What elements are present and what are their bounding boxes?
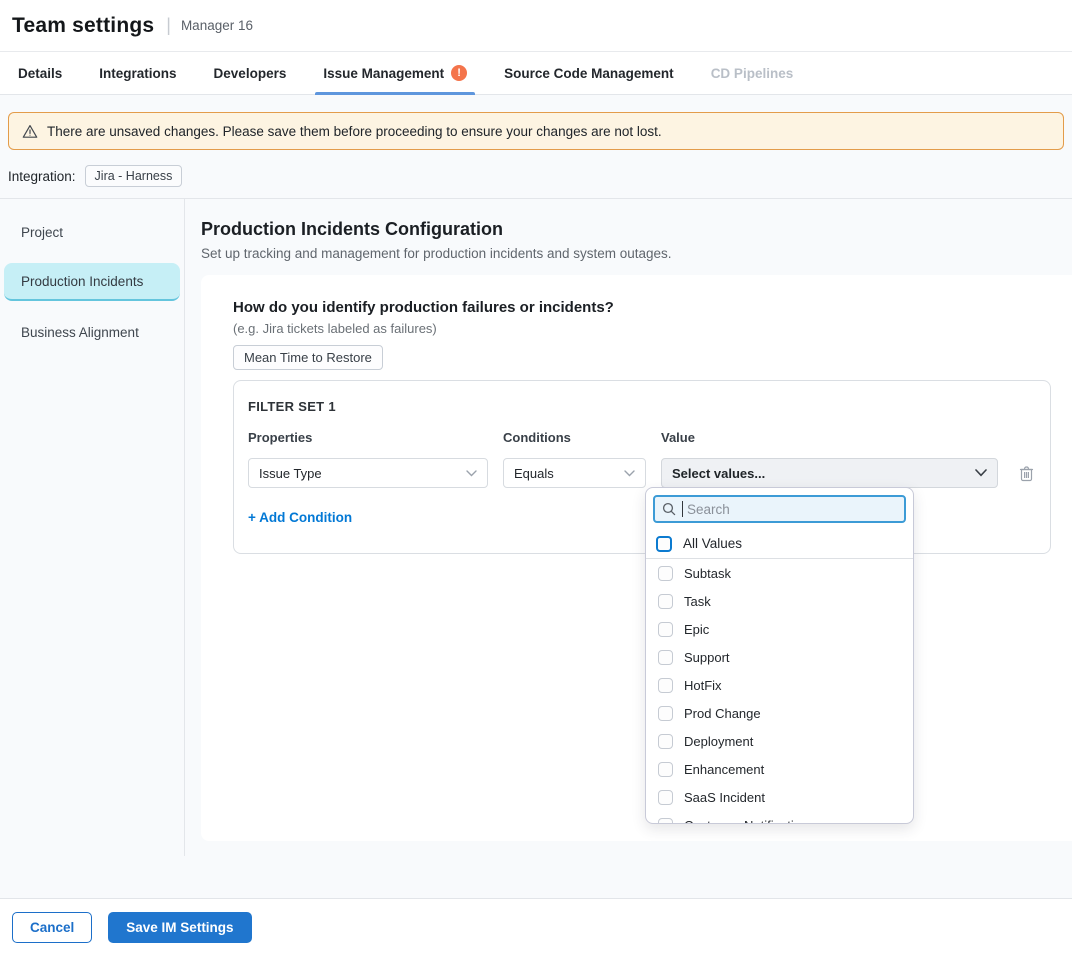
filter-set-title: FILTER SET 1 — [248, 399, 1034, 414]
value-multiselect[interactable]: Select values... — [661, 458, 998, 488]
option-customer-notification[interactable]: Customer Notification — [646, 811, 913, 824]
question-title: How do you identify production failures … — [233, 299, 1051, 316]
chevron-down-icon — [624, 470, 635, 477]
properties-select[interactable]: Issue Type — [248, 458, 488, 488]
dropdown-search-box — [653, 495, 906, 523]
tab-developers[interactable]: Developers — [212, 52, 289, 94]
section-subtitle: Set up tracking and management for produ… — [201, 246, 1072, 261]
option-task[interactable]: Task — [646, 587, 913, 615]
sidebar-item-business-alignment[interactable]: Business Alignment — [4, 313, 180, 351]
option-support[interactable]: Support — [646, 643, 913, 671]
page-title: Team settings — [12, 14, 154, 38]
filter-set-1: FILTER SET 1 Properties Conditions Value… — [233, 380, 1051, 554]
checkbox[interactable] — [658, 622, 673, 637]
save-im-settings-button[interactable]: Save IM Settings — [108, 912, 251, 943]
column-label-properties: Properties — [248, 430, 488, 445]
option-saas-incident[interactable]: SaaS Incident — [646, 783, 913, 811]
settings-sidebar: Project Production Incidents Business Al… — [0, 199, 185, 856]
option-epic[interactable]: Epic — [646, 615, 913, 643]
delete-condition-button[interactable] — [1019, 465, 1034, 482]
value-dropdown-panel: All Values Subtask Task Epic Support Hot… — [645, 487, 914, 824]
metric-chip-mean-time-to-restore[interactable]: Mean Time to Restore — [233, 345, 383, 370]
tab-bar: Details Integrations Developers Issue Ma… — [0, 52, 1072, 95]
chevron-down-icon — [466, 470, 477, 477]
checkbox[interactable] — [658, 790, 673, 805]
checkbox[interactable] — [658, 706, 673, 721]
integration-label: Integration: — [8, 169, 76, 184]
checkbox[interactable] — [658, 734, 673, 749]
page-header: Team settings | Manager 16 — [0, 0, 1072, 52]
question-hint: (e.g. Jira tickets labeled as failures) — [233, 321, 1051, 336]
footer-actions: Cancel Save IM Settings — [0, 898, 1072, 956]
conditions-select[interactable]: Equals — [503, 458, 646, 488]
unsaved-changes-banner: There are unsaved changes. Please save t… — [8, 112, 1064, 150]
checkbox[interactable] — [658, 762, 673, 777]
sidebar-item-production-incidents[interactable]: Production Incidents — [4, 263, 180, 301]
tab-issue-management[interactable]: Issue Management ! — [321, 52, 469, 94]
unsaved-changes-badge-icon: ! — [451, 65, 467, 81]
section-title: Production Incidents Configuration — [201, 217, 1072, 241]
integration-row: Integration: Jira - Harness — [0, 150, 1072, 199]
text-cursor — [682, 501, 683, 517]
column-label-conditions: Conditions — [503, 430, 646, 445]
option-prod-change[interactable]: Prod Change — [646, 699, 913, 727]
tab-cd-pipelines: CD Pipelines — [709, 52, 796, 94]
chevron-down-icon — [975, 469, 987, 477]
team-name-label: Manager 16 — [181, 18, 253, 33]
checkbox[interactable] — [658, 594, 673, 609]
checkbox-all-values[interactable] — [656, 536, 672, 552]
add-condition-button[interactable]: + Add Condition — [248, 510, 352, 525]
main-panel: Production Incidents Configuration Set u… — [185, 199, 1072, 856]
option-subtask[interactable]: Subtask — [646, 559, 913, 587]
search-icon — [662, 502, 676, 516]
option-enhancement[interactable]: Enhancement — [646, 755, 913, 783]
tab-source-code-management[interactable]: Source Code Management — [502, 52, 676, 94]
configuration-card: How do you identify production failures … — [201, 275, 1072, 841]
option-all-values[interactable]: All Values — [646, 529, 913, 559]
option-hotfix[interactable]: HotFix — [646, 671, 913, 699]
checkbox[interactable] — [658, 678, 673, 693]
cancel-button[interactable]: Cancel — [12, 912, 92, 943]
tab-details[interactable]: Details — [16, 52, 64, 94]
banner-message: There are unsaved changes. Please save t… — [47, 124, 662, 139]
checkbox[interactable] — [658, 566, 673, 581]
tab-integrations[interactable]: Integrations — [97, 52, 178, 94]
search-input[interactable] — [685, 501, 897, 518]
option-deployment[interactable]: Deployment — [646, 727, 913, 755]
checkbox[interactable] — [658, 818, 673, 825]
column-label-value: Value — [661, 430, 998, 445]
sidebar-item-project[interactable]: Project — [4, 213, 180, 251]
checkbox[interactable] — [658, 650, 673, 665]
title-divider: | — [166, 15, 171, 36]
warning-triangle-icon — [22, 124, 38, 139]
integration-chip[interactable]: Jira - Harness — [85, 165, 183, 187]
